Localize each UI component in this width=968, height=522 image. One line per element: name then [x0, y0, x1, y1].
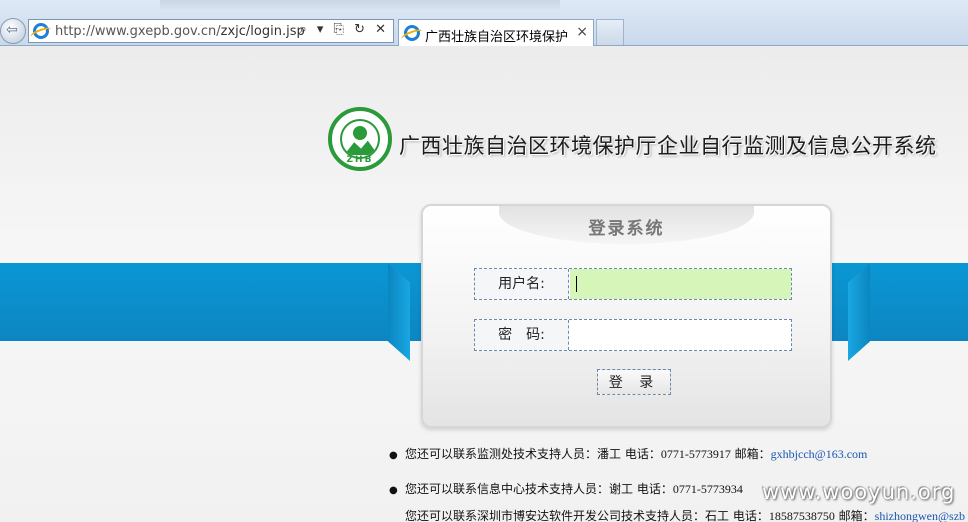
browser-tab[interactable]: 广西壮族自治区环境保护厅... × [398, 19, 594, 64]
browser-chrome: ⇦ http://www.gxepb.gov.cn/zxjc/login.jsp… [0, 0, 968, 64]
contact-email-link[interactable]: gxhbjcch@163.com [771, 447, 868, 461]
contact-item: ● 您还可以联系监测处技术支持人员：潘工 电话：0771-5773917 邮箱：g… [389, 445, 867, 462]
zhb-logo: ZHB [328, 107, 392, 171]
mail-label: 邮箱： [834, 509, 875, 522]
login-button[interactable]: 登 录 [597, 369, 671, 395]
mail-label: 邮箱： [730, 447, 771, 461]
contact-phone: 0771-5773917 [660, 447, 731, 461]
new-tab-button[interactable] [596, 19, 624, 45]
back-arrow-icon: ⇦ [6, 22, 18, 38]
address-bar[interactable]: http://www.gxepb.gov.cn/zxjc/login.jsp ⌕… [28, 19, 394, 43]
contact-text: 您还可以联系信息中心技术支持人员：谢工 电话： [405, 482, 673, 496]
logo-emblem [340, 119, 380, 159]
text-caret [576, 276, 577, 292]
ie-page-icon [33, 23, 49, 39]
watermark: www.wooyun.org [762, 480, 956, 504]
username-field: 用户名: [474, 268, 792, 300]
page-body: ZHB 广西壮族自治区环境保护厅企业自行监测及信息公开系统 登录系统 用户名: … [0, 47, 968, 522]
contact-text: 您还可以联系深圳市博安达软件开发公司技术支持人员：石工 电话： [405, 509, 769, 522]
contact-email-link[interactable]: shizhongwen@szb [875, 509, 965, 522]
logo-text: ZHB [346, 155, 374, 165]
bullet: ● [389, 485, 398, 496]
panel-cap: 登录系统 [499, 206, 754, 244]
url-host: http://www.gxepb.gov.cn/ [55, 24, 221, 39]
address-url[interactable]: http://www.gxepb.gov.cn/zxjc/login.jsp [55, 24, 305, 39]
tab-ie-icon [404, 25, 420, 41]
contact-text: 您还可以联系监测处技术支持人员：潘工 电话： [405, 447, 661, 461]
url-path: zxjc/login.jsp [220, 24, 305, 39]
password-input[interactable] [570, 320, 791, 350]
address-controls[interactable]: ⌕ ▾ ⎘ ↻ ✕ [299, 22, 389, 37]
login-panel: 登录系统 用户名: 密 码: 登 录 [421, 204, 832, 428]
contact-item: ● 您还可以联系信息中心技术支持人员：谢工 电话：0771-5773934 [389, 480, 743, 497]
contact-phone: 0771-5773934 [672, 482, 743, 496]
logo-sun-icon [353, 126, 367, 140]
contact-phone: 18587538750 [768, 509, 835, 522]
bullet: ● [389, 450, 398, 461]
password-field: 密 码: [474, 319, 792, 351]
chrome-top-strip [160, 0, 560, 10]
contact-item: 您还可以联系深圳市博安达软件开发公司技术支持人员：石工 电话：185875387… [389, 507, 965, 522]
login-title: 登录系统 [588, 219, 665, 239]
username-label: 用户名: [475, 269, 569, 299]
password-label: 密 码: [475, 320, 569, 350]
tab-close-icon[interactable]: × [576, 24, 588, 40]
back-button[interactable]: ⇦ [0, 18, 26, 44]
logo-mountain-icon [344, 140, 378, 155]
site-title: 广西壮族自治区环境保护厅企业自行监测及信息公开系统 [399, 134, 937, 158]
username-input[interactable] [570, 269, 791, 299]
